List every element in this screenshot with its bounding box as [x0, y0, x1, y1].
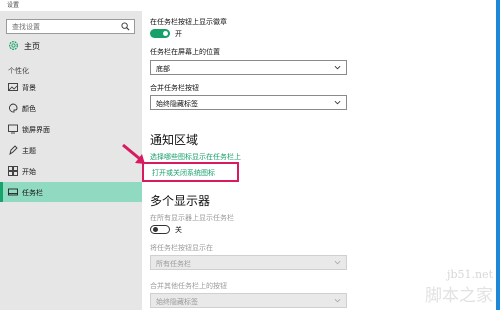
sidebar-item-label: 主题	[22, 147, 36, 155]
sidebar-item-taskbar[interactable]: 任务栏	[0, 182, 142, 202]
combine-other-dropdown[interactable]: 始终隐藏标签	[150, 293, 347, 308]
lock-screen-icon	[8, 124, 18, 134]
chevron-down-icon	[334, 65, 341, 70]
combine-value: 始终隐藏标签	[156, 100, 198, 108]
theme-icon	[9, 145, 18, 155]
window-edge	[496, 0, 500, 310]
search-icon	[121, 22, 130, 31]
badges-toggle-state: 开	[175, 30, 182, 38]
search-input[interactable]: 查找设置	[6, 19, 135, 34]
watermark: jb51.net 脚本之家	[425, 268, 493, 306]
show-buttons-dropdown[interactable]: 所有任务栏	[150, 255, 347, 270]
highlight-box	[142, 162, 239, 182]
notification-heading: 通知区域	[150, 133, 199, 147]
position-value: 底部	[156, 65, 170, 73]
select-icons-link[interactable]: 选择哪些图标显示在任务栏上	[150, 152, 241, 162]
show-all-toggle-state: 关	[175, 226, 182, 234]
show-buttons-value: 所有任务栏	[156, 260, 191, 268]
combine-label: 合并任务栏按钮	[150, 84, 199, 92]
sidebar-item-label: 开始	[22, 168, 36, 176]
title-bar: 设置	[0, 0, 500, 11]
window-title: 设置	[7, 2, 20, 9]
sidebar-item-lock-screen[interactable]: 锁屏界面	[0, 119, 142, 139]
chevron-down-icon	[334, 298, 341, 303]
section-label: 个性化	[8, 67, 29, 75]
sidebar-item-label: 任务栏	[22, 189, 43, 197]
combine-other-value: 始终隐藏标签	[156, 298, 198, 306]
multi-display-heading: 多个显示器	[150, 194, 211, 208]
sidebar-item-label: 颜色	[22, 105, 36, 113]
start-icon	[8, 166, 18, 176]
sidebar-item-label: 背景	[22, 84, 36, 92]
watermark-url: jb51.net	[447, 268, 493, 281]
watermark-name: 脚本之家	[425, 286, 493, 306]
palette-icon	[9, 103, 18, 113]
badges-label: 在任务栏按钮上显示徽章	[150, 18, 227, 26]
show-all-toggle[interactable]	[150, 225, 170, 234]
chevron-down-icon	[334, 260, 341, 265]
settings-content: 在任务栏按钮上显示徽章 开 任务栏在屏幕上的位置 底部 合并任务栏按钮 始终隐藏…	[142, 11, 496, 310]
badges-toggle[interactable]	[150, 29, 170, 38]
pointer-arrow-icon	[122, 143, 145, 164]
sidebar-item-label: 锁屏界面	[22, 126, 50, 134]
combine-other-label: 合并其他任务栏上的按钮	[150, 282, 227, 290]
gear-icon	[9, 41, 18, 50]
position-dropdown[interactable]: 底部	[150, 60, 347, 75]
sidebar-home-label: 主页	[24, 42, 40, 51]
position-label: 任务栏在屏幕上的位置	[150, 48, 220, 56]
show-buttons-label: 将任务栏按钮显示在	[150, 244, 213, 252]
sidebar-item-home[interactable]: 主页	[0, 38, 142, 54]
search-placeholder: 查找设置	[12, 23, 40, 31]
picture-icon	[8, 83, 18, 91]
taskbar-icon	[8, 188, 18, 196]
chevron-down-icon	[334, 100, 341, 105]
sidebar-item-colors[interactable]: 颜色	[0, 98, 142, 118]
sidebar-item-background[interactable]: 背景	[0, 77, 142, 97]
combine-dropdown[interactable]: 始终隐藏标签	[150, 95, 347, 110]
show-all-label: 在所有显示器上显示任务栏	[150, 214, 234, 222]
